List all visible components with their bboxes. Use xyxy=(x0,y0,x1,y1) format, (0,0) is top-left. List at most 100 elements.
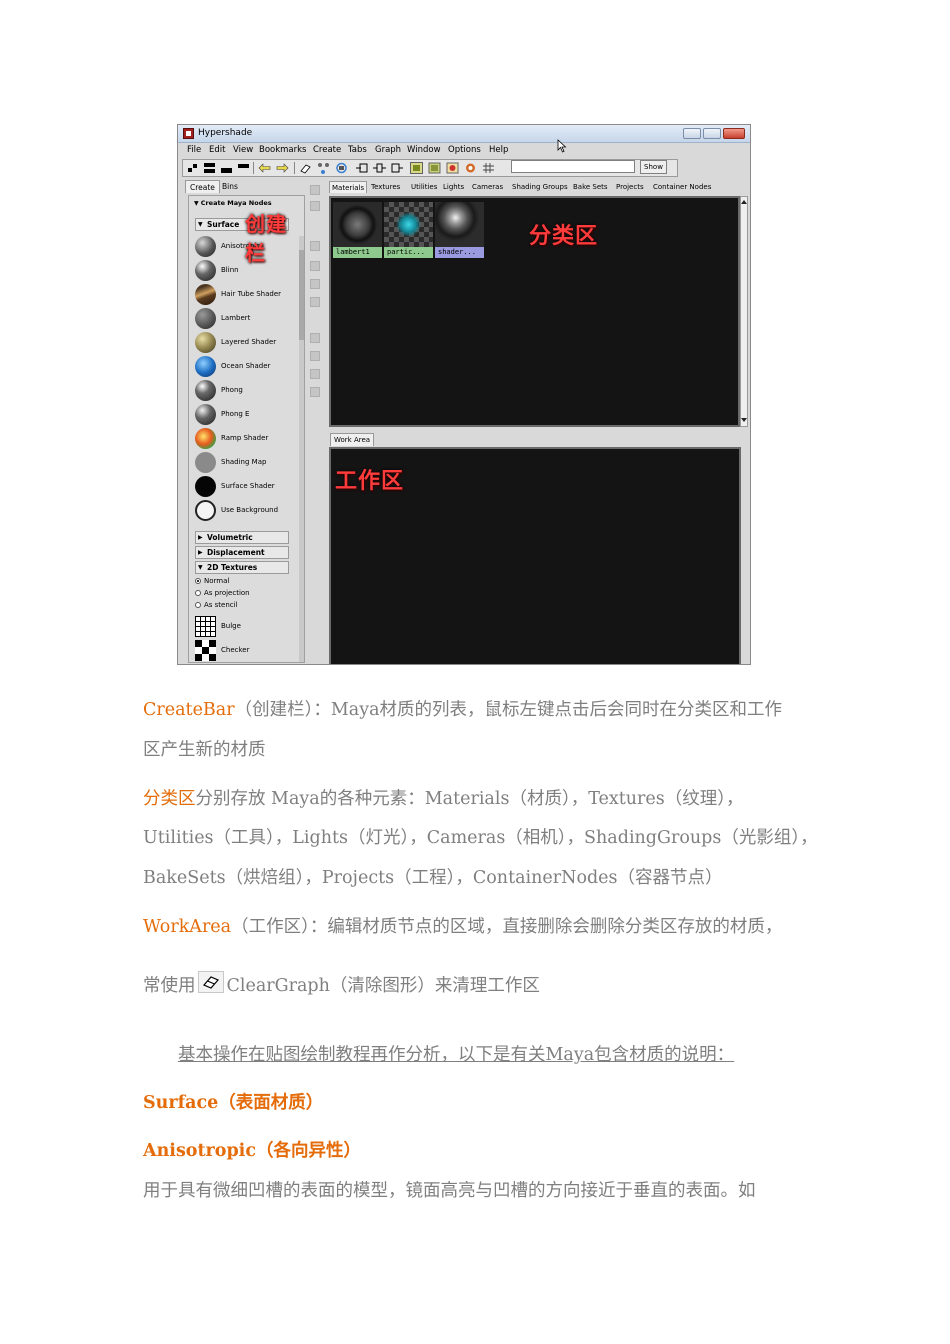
2d-textures-section[interactable]: ▼ 2D Textures xyxy=(195,561,289,574)
workarea-line2-prefix: 常使用 xyxy=(143,976,196,996)
tab-tool-icon[interactable] xyxy=(310,261,320,271)
menu-graph[interactable]: Graph xyxy=(375,145,401,155)
output-connections-icon[interactable] xyxy=(391,162,404,174)
sphere-icon xyxy=(195,380,216,401)
mouse-cursor-icon xyxy=(557,139,567,153)
node-lambert[interactable]: Lambert xyxy=(195,308,291,330)
tab-tool-icon[interactable] xyxy=(310,279,320,289)
radio-as-projection[interactable]: As projection xyxy=(195,589,250,597)
render-node-icon[interactable] xyxy=(464,162,477,174)
node-ocean-shader[interactable]: Ocean Shader xyxy=(195,356,291,378)
section-label: Volumetric xyxy=(207,533,253,542)
graph-network-icon[interactable] xyxy=(317,162,330,174)
tab-tool-icon[interactable] xyxy=(310,333,320,343)
section-label: 2D Textures xyxy=(207,563,258,572)
node-phong-e[interactable]: Phong E xyxy=(195,404,291,426)
menu-help[interactable]: Help xyxy=(489,145,508,155)
menu-view[interactable]: View xyxy=(233,145,253,155)
input-output-connections-icon[interactable] xyxy=(373,162,386,174)
radio-normal[interactable]: Normal xyxy=(195,577,229,585)
menu-options[interactable]: Options xyxy=(448,145,481,155)
create-bar-annotation: 创建栏 xyxy=(245,212,287,265)
layout-bottom-icon[interactable] xyxy=(220,162,233,174)
heading-anisotropic: Anisotropic（各向异性） xyxy=(143,1141,361,1161)
node-label: Phong xyxy=(221,386,243,394)
clear-graph-icon[interactable] xyxy=(299,162,312,174)
back-arrow-icon[interactable] xyxy=(258,162,271,174)
category-term: 分类区 xyxy=(143,789,196,809)
texture-view-icon[interactable] xyxy=(428,162,441,174)
node-layered-shader[interactable]: Layered Shader xyxy=(195,332,291,354)
chevron-down-icon: ▼ xyxy=(198,564,203,571)
displacement-section[interactable]: ▶ Displacement xyxy=(195,546,289,559)
paragraph-basic-operations: 基本操作在贴图绘制教程再作分析，以下是有关Maya包含材质的说明： xyxy=(178,1045,735,1065)
checker-view-icon[interactable] xyxy=(446,162,459,174)
show-button[interactable]: Show xyxy=(640,160,667,174)
radio-as-stencil[interactable]: As stencil xyxy=(195,601,238,609)
tab-create[interactable]: Create xyxy=(185,180,220,193)
work-area-panel[interactable]: 工作区 xyxy=(329,447,741,664)
node-shading-map[interactable]: Shading Map xyxy=(195,452,291,474)
rearrange-graph-icon[interactable] xyxy=(335,162,348,174)
tab-tool-icon[interactable] xyxy=(310,351,320,361)
input-connections-icon[interactable] xyxy=(355,162,368,174)
swatch-particle[interactable]: partic... xyxy=(384,202,433,259)
menu-window[interactable]: Window xyxy=(407,145,441,155)
create-bar-scrollbar[interactable] xyxy=(299,236,304,662)
tab-bake-sets[interactable]: Bake Sets xyxy=(571,183,610,191)
tab-work-area[interactable]: Work Area xyxy=(330,433,374,446)
layout-single-icon[interactable] xyxy=(237,162,250,174)
material-view-icon[interactable] xyxy=(410,162,423,174)
forward-arrow-icon[interactable] xyxy=(276,162,289,174)
swatch-lambert1[interactable]: lambert1 xyxy=(333,202,382,259)
radio-label: As projection xyxy=(204,589,250,597)
node-phong[interactable]: Phong xyxy=(195,380,291,402)
menu-bookmarks[interactable]: Bookmarks xyxy=(259,145,307,155)
node-use-background[interactable]: Use Background xyxy=(195,500,291,522)
menu-create[interactable]: Create xyxy=(313,145,341,155)
tab-bins[interactable]: Bins xyxy=(218,180,242,193)
search-input[interactable] xyxy=(511,160,635,173)
node-surface-shader[interactable]: Surface Shader xyxy=(195,476,291,498)
tab-utilities[interactable]: Utilities xyxy=(409,183,439,191)
category-scrollbar[interactable] xyxy=(740,196,748,427)
tab-projects[interactable]: Projects xyxy=(614,183,646,191)
menu-tabs[interactable]: Tabs xyxy=(348,145,367,155)
node-checker[interactable]: Checker xyxy=(195,640,291,662)
maximize-button[interactable] xyxy=(703,128,721,139)
grid-snap-icon[interactable] xyxy=(482,162,495,174)
node-label: Shading Map xyxy=(221,458,267,466)
menu-edit[interactable]: Edit xyxy=(209,145,225,155)
volumetric-section[interactable]: ▶ Volumetric xyxy=(195,531,289,544)
menu-file[interactable]: File xyxy=(187,145,201,155)
scroll-up-icon[interactable] xyxy=(741,199,747,205)
chevron-down-icon: ▼ xyxy=(198,221,203,228)
create-maya-nodes-header[interactable]: Create Maya Nodes xyxy=(194,199,272,207)
layout-top-icon[interactable] xyxy=(203,162,216,174)
title-bar: Hypershade xyxy=(178,125,750,143)
sphere-icon xyxy=(195,404,216,425)
layout-toggle-icon[interactable] xyxy=(186,162,199,174)
bulge-texture-icon xyxy=(195,616,216,637)
swatch-label: shader... xyxy=(435,247,484,258)
tab-tool-icon[interactable] xyxy=(310,387,320,397)
tab-tool-icon[interactable] xyxy=(310,241,320,251)
swatch-shader[interactable]: shader... xyxy=(435,202,484,259)
close-button[interactable] xyxy=(723,128,745,139)
tab-cameras[interactable]: Cameras xyxy=(470,183,505,191)
tab-shading-groups[interactable]: Shading Groups xyxy=(510,183,570,191)
tab-tool-icon[interactable] xyxy=(310,201,320,211)
tab-tool-icon[interactable] xyxy=(310,185,320,195)
tab-container-nodes[interactable]: Container Nodes xyxy=(651,183,713,191)
node-bulge[interactable]: Bulge xyxy=(195,616,291,638)
tab-lights[interactable]: Lights xyxy=(441,183,466,191)
tab-materials[interactable]: Materials xyxy=(329,181,368,193)
minimize-button[interactable] xyxy=(683,128,701,139)
node-label: Blinn xyxy=(221,266,239,274)
tab-textures[interactable]: Textures xyxy=(369,183,402,191)
tab-tool-icon[interactable] xyxy=(310,369,320,379)
tab-tool-icon[interactable] xyxy=(310,297,320,307)
node-ramp-shader[interactable]: Ramp Shader xyxy=(195,428,291,450)
scroll-down-icon[interactable] xyxy=(741,417,747,423)
node-hair-tube-shader[interactable]: Hair Tube Shader xyxy=(195,284,291,306)
